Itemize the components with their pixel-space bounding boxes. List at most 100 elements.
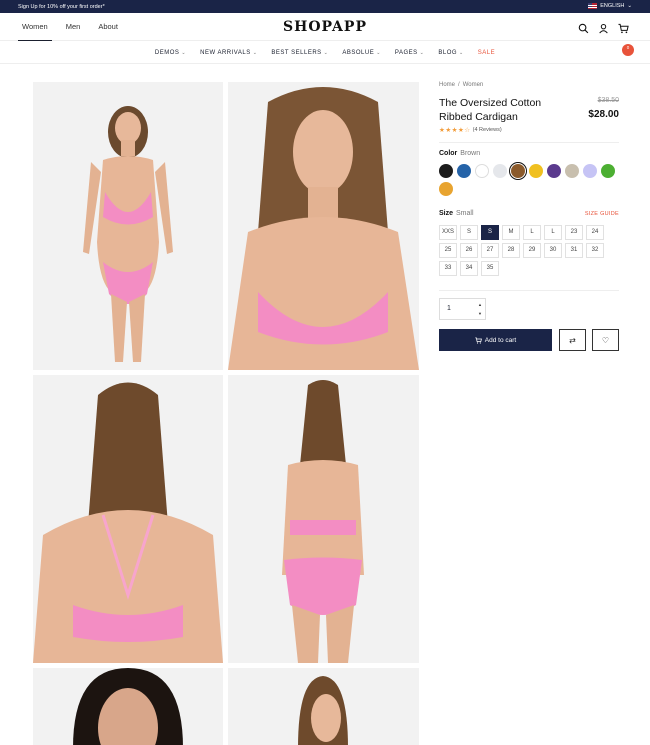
product-title: The Oversized Cotton Ribbed Cardigan [439,97,542,123]
review-count[interactable]: (4 Reviews) [473,127,502,133]
nav-new-arrivals[interactable]: NEW ARRIVALS ⌄ [200,42,257,63]
color-swatch[interactable] [529,164,543,178]
language-label: ENGLISH [600,3,625,9]
nav-pages[interactable]: PAGES ⌄ [395,42,424,63]
size-option[interactable]: 26 [460,243,478,258]
size-option[interactable]: S [481,225,499,240]
color-swatch[interactable] [439,182,453,196]
nav-label: BLOG [438,49,458,56]
product-photo-side[interactable] [228,668,419,745]
size-option[interactable]: 31 [565,243,583,258]
color-swatch[interactable] [493,164,507,178]
color-label-row: Color Brown [439,150,480,157]
quantity-stepper[interactable]: 1 ▲ ▼ [439,298,486,320]
product-photo-front-full[interactable] [33,82,223,370]
size-option[interactable]: L [523,225,541,240]
chevron-down-icon: ⌄ [459,49,464,56]
rating[interactable]: ★★★★☆ (4 Reviews) [439,126,502,134]
size-option[interactable]: 30 [544,243,562,258]
color-swatch[interactable] [547,164,561,178]
color-value: Brown [460,150,481,157]
main-nav: DEMOS ⌄ NEW ARRIVALS ⌄ BEST SELLERS ⌄ ABSOL… [0,42,650,64]
compare-button[interactable]: ⇄ [559,329,586,351]
promo-text[interactable]: Sign Up for 10% off your first order* [18,4,105,10]
search-icon[interactable] [578,21,590,34]
chevron-down-icon: ⌄ [627,3,632,9]
current-price: $28.00 [588,109,619,120]
color-swatch[interactable] [439,164,453,178]
size-option[interactable]: M [502,225,520,240]
decrement-icon[interactable]: ▼ [478,311,482,316]
nav-label: BEST SELLERS [271,49,322,56]
chevron-down-icon: ⌄ [376,49,381,56]
size-option[interactable]: 27 [481,243,499,258]
breadcrumb-separator: / [458,82,460,88]
product-photo-back-closeup[interactable] [33,375,223,663]
size-option[interactable]: 34 [460,261,478,276]
chevron-down-icon: ⌄ [419,49,425,56]
size-option[interactable]: 24 [586,225,604,240]
size-guide-link[interactable]: SIZE GUIDE [585,211,619,217]
color-swatch[interactable] [601,164,615,178]
star-rating-icon: ★★★★☆ [439,127,471,134]
header-actions: 0 [578,21,634,56]
nav-label: DEMOS [154,49,180,56]
size-option[interactable]: 33 [439,261,457,276]
product-photo-back-full[interactable] [228,375,419,663]
breadcrumb-home[interactable]: Home [439,82,455,88]
nav-blog[interactable]: BLOG ⌄ [438,42,463,63]
nav-absolue[interactable]: ABSOLUE ⌄ [342,42,381,63]
size-option[interactable]: 35 [481,261,499,276]
size-option[interactable]: S [460,225,478,240]
language-selector[interactable]: ENGLISH ⌄ [588,3,632,9]
product-photo-face[interactable] [33,668,223,745]
size-label: Size [439,210,454,217]
product-photo-front-closeup[interactable] [228,82,419,370]
size-option[interactable]: 28 [502,243,520,258]
color-label: Color [439,150,458,157]
wishlist-button[interactable]: ♡ [592,329,619,351]
site-logo[interactable]: SHOPAPP [0,19,650,35]
heart-icon: ♡ [601,335,610,345]
size-option[interactable]: 29 [523,243,541,258]
size-option[interactable]: 23 [565,225,583,240]
breadcrumb: Home / Women [439,82,619,88]
color-swatch[interactable] [475,164,489,178]
increment-icon[interactable]: ▲ [478,302,482,307]
chevron-down-icon: ⌄ [252,49,258,56]
nav-label: PAGES [394,49,418,56]
breadcrumb-women[interactable]: Women [463,82,484,88]
site-header: Women Men About SHOPAPP 0 [0,13,650,56]
product-details: Home / Women The Oversized Cotton Ribbed… [439,82,619,351]
chevron-down-icon: ⌄ [323,49,329,56]
color-swatch[interactable] [583,164,597,178]
cart-icon [475,336,482,344]
announcement-bar: Sign Up for 10% off your first order* EN… [0,0,650,13]
size-options: XXS S S M L L 23 24 25 26 27 28 29 30 31 32 33 34 35 [439,225,619,276]
nav-label: NEW ARRIVALS [200,49,251,56]
nav-sale[interactable]: SALE [478,42,495,63]
nav-label: ABSOLUE [342,49,375,56]
nav-best-sellers[interactable]: BEST SELLERS ⌄ [271,42,328,63]
old-price: $38.50 [597,97,619,104]
divider [439,142,619,143]
size-option[interactable]: 32 [586,243,604,258]
size-option[interactable]: 25 [439,243,457,258]
color-swatch[interactable] [457,164,471,178]
user-icon[interactable] [598,21,610,34]
cart-icon[interactable]: 0 [618,21,634,56]
size-value: Small [456,210,474,217]
color-swatch[interactable] [565,164,579,178]
size-option[interactable]: XXS [439,225,457,240]
chevron-down-icon: ⌄ [181,49,187,56]
add-to-cart-button[interactable]: Add to cart [439,329,552,351]
uk-flag-icon [588,3,598,9]
color-swatches [439,162,619,196]
size-label-row: Size Small SIZE GUIDE [439,210,619,217]
size-option[interactable]: L [544,225,562,240]
quantity-value[interactable]: 1 [447,305,451,312]
add-to-cart-label: Add to cart [484,336,517,344]
color-swatch[interactable] [509,162,527,180]
divider [439,290,619,291]
nav-demos[interactable]: DEMOS ⌄ [155,42,186,63]
